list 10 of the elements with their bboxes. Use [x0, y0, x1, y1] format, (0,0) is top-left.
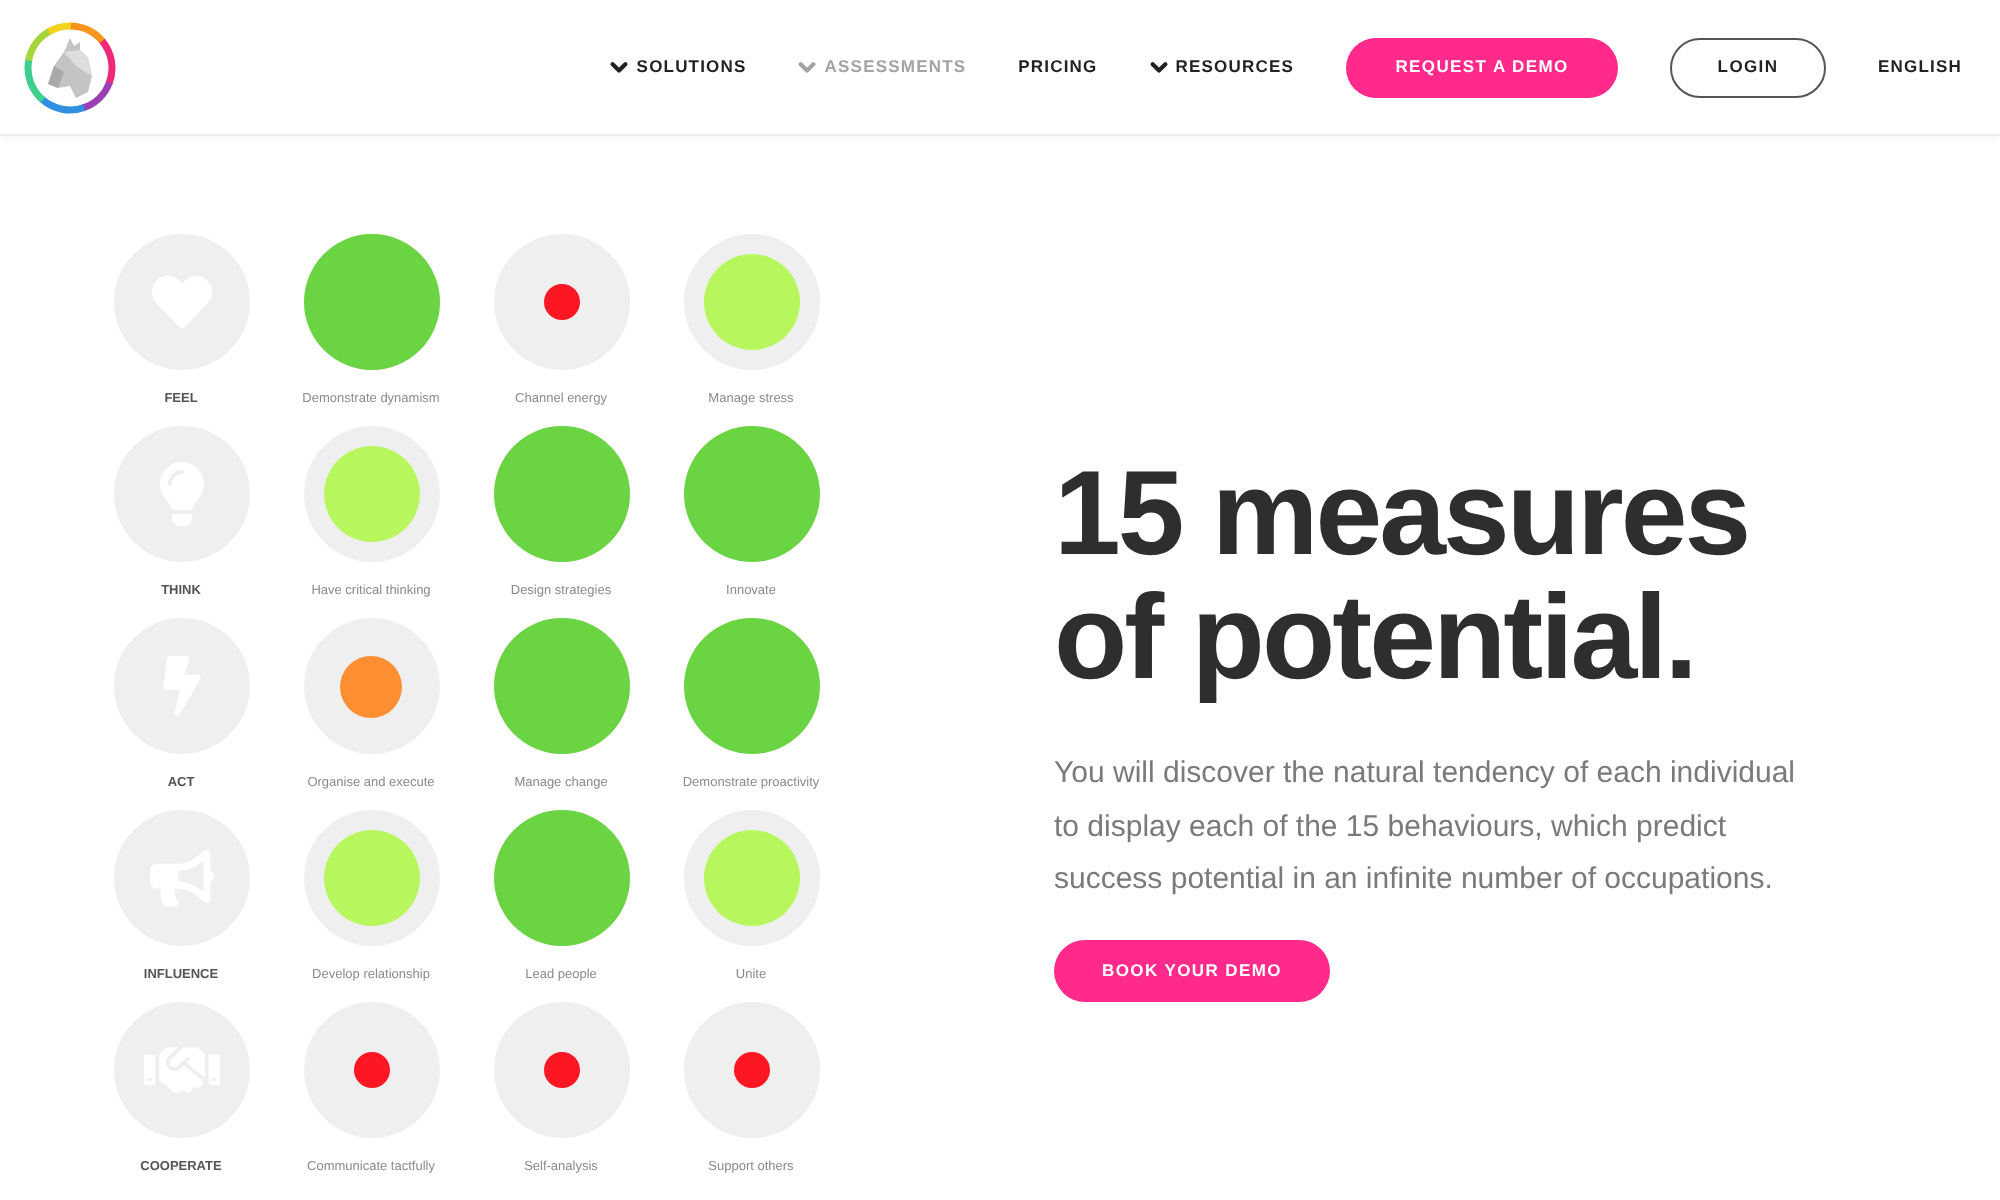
login-button[interactable]: LOGIN: [1670, 37, 1827, 97]
nav-link[interactable]: RESOURCES: [1149, 54, 1295, 80]
nav-link[interactable]: SOLUTIONS: [610, 54, 747, 80]
hero-heading: 15 measures of potential.: [1054, 452, 1751, 708]
language-link[interactable]: ENGLISH: [1878, 54, 1962, 80]
request-demo-button[interactable]: REQUEST A DEMO: [1346, 37, 1619, 97]
horse-logo[interactable]: [24, 21, 116, 113]
book-demo-button[interactable]: BOOK YOUR DEMO: [1054, 939, 1330, 1001]
nav-link[interactable]: PRICING: [1018, 54, 1098, 80]
hero-description: You will discover the natural tendency of each individual to display each of the 15 behaviours, which predict success potential in an infinite number of occupations.: [1054, 754, 1798, 900]
